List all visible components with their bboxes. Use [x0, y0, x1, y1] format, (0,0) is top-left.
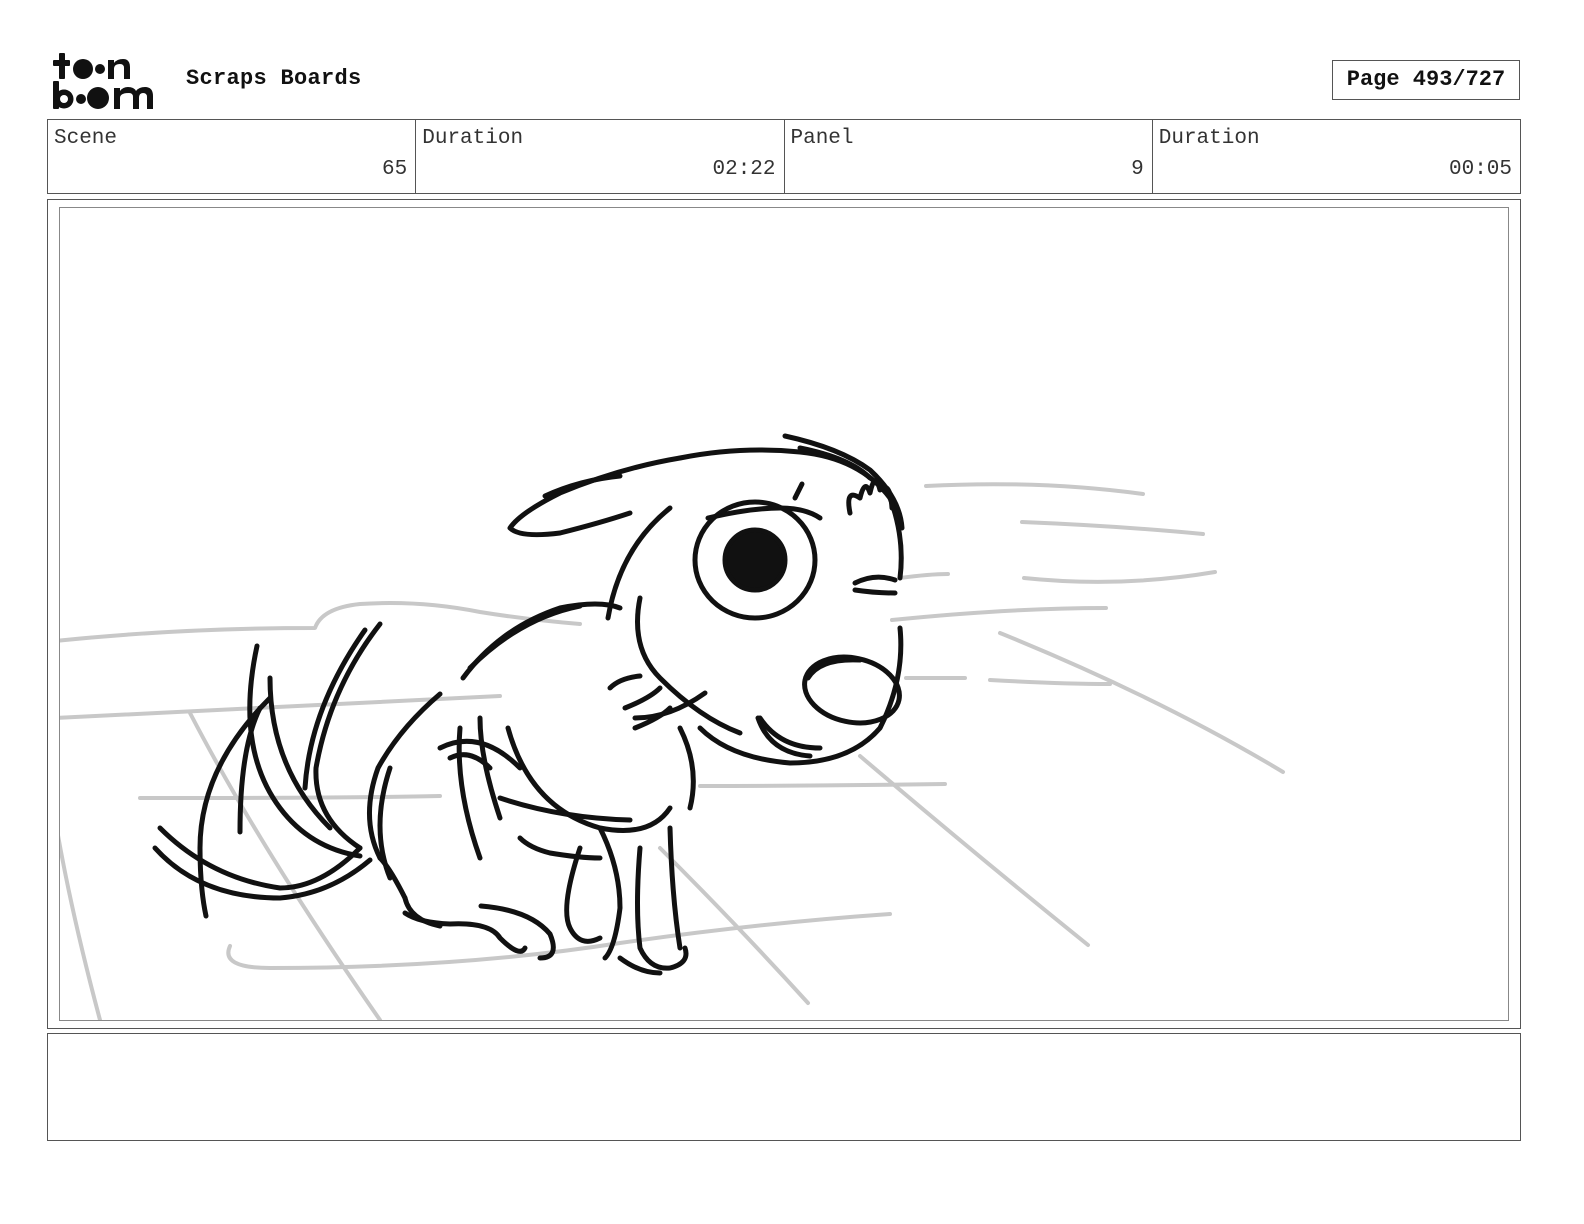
panel-duration-label: Duration — [1158, 127, 1260, 150]
dog-sketch — [152, 433, 905, 976]
page-indicator: Page 493/727 — [1332, 60, 1520, 100]
panel-duration-cell: Duration 00:05 — [1153, 120, 1520, 193]
panel-notes-box — [47, 1033, 1521, 1141]
scene-info-row: Scene 65 Duration 02:22 Panel 9 Duration… — [47, 119, 1521, 194]
project-title: Scraps Boards — [186, 66, 362, 91]
panel-image — [59, 207, 1509, 1021]
toon-boom-logo — [50, 50, 165, 112]
panel-duration-value: 00:05 — [1448, 158, 1512, 181]
scene-label: Scene — [54, 127, 118, 150]
background-sketch — [60, 482, 1285, 1020]
panel-cell: Panel 9 — [785, 120, 1153, 193]
panel-frame — [47, 199, 1521, 1029]
scene-duration-label: Duration — [422, 127, 524, 150]
panel-value: 9 — [1131, 158, 1144, 181]
scene-duration-cell: Duration 02:22 — [416, 120, 785, 193]
panel-label: Panel — [790, 127, 854, 150]
scene-duration-value: 02:22 — [712, 158, 776, 181]
scene-cell: Scene 65 — [48, 120, 417, 193]
scene-value: 65 — [382, 158, 408, 181]
